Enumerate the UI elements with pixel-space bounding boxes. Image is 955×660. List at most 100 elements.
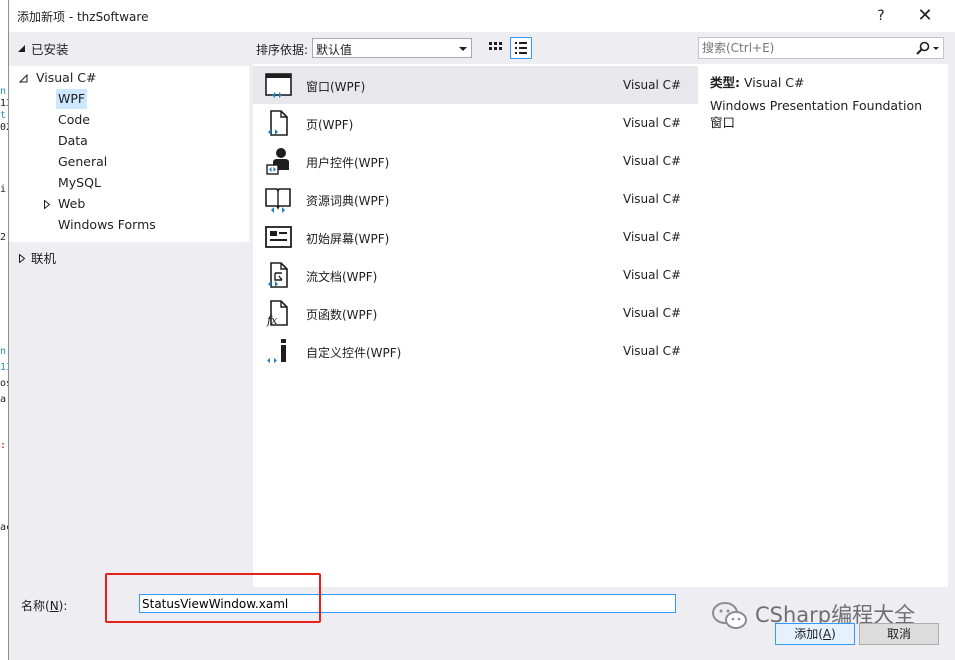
chevron-down-icon bbox=[459, 47, 467, 51]
sort-toolbar: 排序依据: 默认值 bbox=[256, 37, 696, 61]
code-glyph: a: bbox=[0, 394, 8, 405]
search-icon[interactable] bbox=[915, 40, 931, 56]
search-box[interactable] bbox=[698, 37, 944, 59]
add-label-suffix: ) bbox=[831, 627, 836, 641]
tree-item-wpf[interactable]: WPF bbox=[56, 89, 88, 109]
tree-item-label: Data bbox=[58, 133, 88, 148]
online-header[interactable]: 联机 bbox=[9, 246, 249, 268]
help-button[interactable]: ? bbox=[871, 6, 891, 26]
template-name: 自定义控件(WPF) bbox=[306, 346, 402, 360]
code-glyph: n. bbox=[0, 346, 8, 357]
template-item-flow-document[interactable]: 流文档(WPF) Visual C# bbox=[253, 256, 698, 294]
background-code-editor: n 13 t 02 i: 2[ n. 13 os a: : ac bbox=[0, 0, 8, 660]
template-name: 页函数(WPF) bbox=[306, 308, 378, 322]
template-name: 页(WPF) bbox=[306, 118, 354, 132]
installed-label: 已安装 bbox=[31, 42, 69, 57]
template-language: Visual C# bbox=[623, 192, 682, 206]
close-button[interactable]: ✕ bbox=[911, 4, 939, 28]
tree-item-label: Visual C# bbox=[36, 70, 97, 85]
template-item-user-control[interactable]: 用户控件(WPF) Visual C# bbox=[253, 142, 698, 180]
splash-screen-icon bbox=[263, 222, 293, 252]
sort-dropdown[interactable]: 默认值 bbox=[312, 38, 472, 58]
page-function-icon: fx bbox=[263, 298, 293, 328]
annotation-highlight-box bbox=[105, 573, 321, 623]
user-control-icon bbox=[263, 146, 293, 176]
add-button[interactable]: 添加(A) bbox=[775, 623, 855, 645]
template-list: 窗口(WPF) Visual C# 页(WPF) Visual C# 用户控件(… bbox=[253, 64, 698, 587]
tree-item-label: Windows Forms bbox=[58, 217, 156, 232]
search-input[interactable] bbox=[702, 40, 902, 56]
bottom-bar: 名称(N): CSharp编程大全 添加(A) 取消 bbox=[9, 573, 955, 660]
add-label-accesskey: A bbox=[822, 627, 832, 641]
code-glyph: 02 bbox=[0, 122, 8, 133]
type-value: Visual C# bbox=[743, 75, 805, 90]
code-glyph: n bbox=[0, 86, 7, 97]
tree-item-visual-csharp[interactable]: Visual C# bbox=[18, 68, 97, 89]
collapse-arrow-icon bbox=[17, 42, 26, 56]
details-panel: 类型: Visual C# Windows Presentation Found… bbox=[698, 64, 948, 587]
code-glyph: 13 bbox=[0, 362, 8, 373]
name-label-prefix: 名称( bbox=[21, 599, 50, 613]
small-icons-view-button[interactable] bbox=[484, 37, 506, 59]
template-item-splash-screen[interactable]: 初始屏幕(WPF) Visual C# bbox=[253, 218, 698, 256]
code-glyph: t bbox=[0, 110, 7, 121]
add-new-item-dialog: 添加新项 - thzSoftware ? ✕ 已安装 Visual C# WPF… bbox=[8, 0, 955, 660]
category-tree: Visual C# WPF Code Data General MySQL We… bbox=[9, 66, 249, 242]
grid-view-icon bbox=[489, 42, 502, 50]
online-label: 联机 bbox=[31, 251, 57, 266]
template-name: 资源词典(WPF) bbox=[306, 194, 390, 208]
template-item-resource-dictionary[interactable]: 资源词典(WPF) Visual C# bbox=[253, 180, 698, 218]
name-label-suffix: ): bbox=[58, 599, 68, 613]
add-label-prefix: 添加( bbox=[794, 627, 823, 641]
page-icon bbox=[263, 108, 293, 138]
resource-dictionary-icon bbox=[263, 184, 293, 214]
installed-header[interactable]: 已安装 bbox=[13, 38, 245, 57]
tree-item-label: General bbox=[58, 154, 108, 169]
type-line: 类型: Visual C# bbox=[710, 72, 804, 91]
template-name: 流文档(WPF) bbox=[306, 270, 378, 284]
template-item-page-function[interactable]: fx 页函数(WPF) Visual C# bbox=[253, 294, 698, 332]
template-language: Visual C# bbox=[623, 78, 682, 92]
template-name: 用户控件(WPF) bbox=[306, 156, 390, 170]
category-panel: 已安装 Visual C# WPF Code Data General MySQ… bbox=[9, 32, 249, 587]
template-item-window[interactable]: 窗口(WPF) Visual C# bbox=[253, 66, 698, 104]
template-item-page[interactable]: 页(WPF) Visual C# bbox=[253, 104, 698, 142]
tree-item-general[interactable]: General bbox=[58, 152, 107, 172]
title-bar: 添加新项 - thzSoftware ? ✕ bbox=[9, 0, 955, 32]
template-language: Visual C# bbox=[623, 116, 682, 130]
svg-text:fx: fx bbox=[266, 314, 278, 327]
template-language: Visual C# bbox=[623, 230, 682, 244]
tree-item-web[interactable]: Web bbox=[44, 194, 85, 214]
tree-item-mysql[interactable]: MySQL bbox=[58, 173, 101, 193]
code-glyph: : bbox=[0, 440, 7, 451]
template-language: Visual C# bbox=[623, 268, 682, 282]
expanded-arrow-icon bbox=[18, 69, 28, 89]
window-icon bbox=[263, 70, 293, 100]
flow-document-icon bbox=[263, 260, 293, 290]
template-language: Visual C# bbox=[623, 344, 682, 358]
details-view-button[interactable] bbox=[510, 37, 532, 59]
cancel-button[interactable]: 取消 bbox=[859, 623, 939, 645]
name-label: 名称(N): bbox=[21, 597, 67, 614]
tree-item-label: WPF bbox=[58, 91, 86, 106]
wechat-logo-icon bbox=[711, 601, 749, 634]
name-label-accesskey: N bbox=[49, 599, 59, 613]
tree-item-label: Code bbox=[58, 112, 91, 127]
template-item-custom-control[interactable]: 自定义控件(WPF) Visual C# bbox=[253, 332, 698, 370]
template-name: 初始屏幕(WPF) bbox=[306, 232, 390, 246]
tree-item-label: MySQL bbox=[58, 175, 101, 190]
collapsed-arrow-icon bbox=[44, 195, 51, 215]
chevron-down-icon[interactable] bbox=[933, 47, 939, 50]
list-view-icon bbox=[515, 42, 527, 54]
template-description: Windows Presentation Foundation 窗口 bbox=[710, 98, 923, 130]
tree-item-data[interactable]: Data bbox=[58, 131, 88, 151]
code-glyph: os bbox=[0, 378, 8, 389]
type-label: 类型: bbox=[710, 75, 740, 90]
code-glyph: 2[ bbox=[0, 232, 8, 243]
sort-value: 默认值 bbox=[316, 43, 353, 57]
tree-item-code[interactable]: Code bbox=[58, 110, 90, 130]
template-language: Visual C# bbox=[623, 306, 682, 320]
tree-item-label: Web bbox=[58, 196, 86, 211]
code-glyph: ac bbox=[0, 522, 8, 533]
tree-item-windows-forms[interactable]: Windows Forms bbox=[58, 215, 156, 235]
